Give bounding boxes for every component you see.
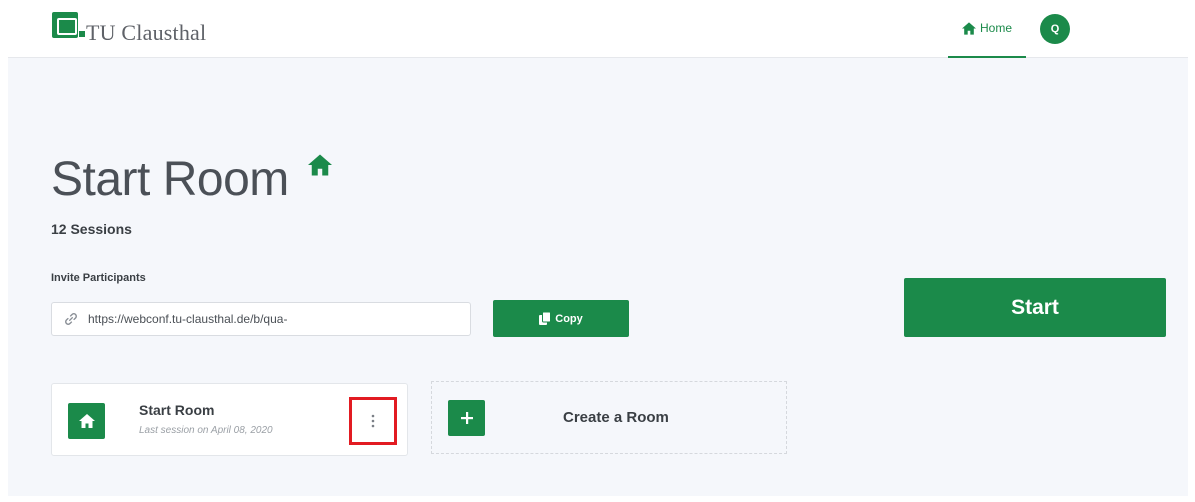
redacted-area bbox=[340, 312, 456, 328]
page-title: Start Room bbox=[51, 153, 289, 206]
invite-label: Invite Participants bbox=[51, 272, 146, 284]
create-room-label: Create a Room bbox=[563, 409, 669, 426]
nav-home-label: Home bbox=[979, 21, 1012, 35]
nav-home-link[interactable]: Home bbox=[948, 0, 1026, 58]
room-card[interactable]: Start Room Last session on April 08, 202… bbox=[51, 383, 408, 456]
link-icon bbox=[65, 313, 77, 325]
university-logo-icon[interactable] bbox=[52, 12, 78, 38]
copy-icon bbox=[539, 312, 552, 325]
logo-dot bbox=[79, 31, 85, 37]
top-navbar: TU Clausthal Home Q bbox=[8, 0, 1188, 58]
home-icon bbox=[961, 21, 976, 35]
home-icon bbox=[78, 414, 95, 428]
logo-text[interactable]: TU Clausthal bbox=[86, 20, 206, 46]
user-avatar[interactable]: Q bbox=[1040, 14, 1070, 44]
page: TU Clausthal Home Q Start Room 12 Sessio… bbox=[8, 0, 1188, 496]
start-button[interactable]: Start bbox=[904, 278, 1166, 337]
room-last-session: Last session on April 08, 2020 bbox=[139, 425, 273, 436]
kebab-menu-icon bbox=[371, 414, 375, 428]
create-room-icon bbox=[448, 400, 485, 436]
plus-icon bbox=[460, 412, 473, 424]
create-room-card[interactable]: Create a Room bbox=[431, 381, 787, 454]
invite-url-input[interactable] bbox=[88, 312, 328, 326]
room-options-button[interactable] bbox=[349, 397, 397, 445]
sessions-count: 12 Sessions bbox=[51, 221, 132, 237]
room-name: Start Room bbox=[139, 402, 215, 418]
room-icon bbox=[68, 403, 105, 439]
copy-button-label: Copy bbox=[555, 312, 583, 325]
copy-button[interactable]: Copy bbox=[493, 300, 629, 337]
invite-url-field[interactable] bbox=[51, 302, 471, 336]
home-icon bbox=[308, 154, 332, 176]
